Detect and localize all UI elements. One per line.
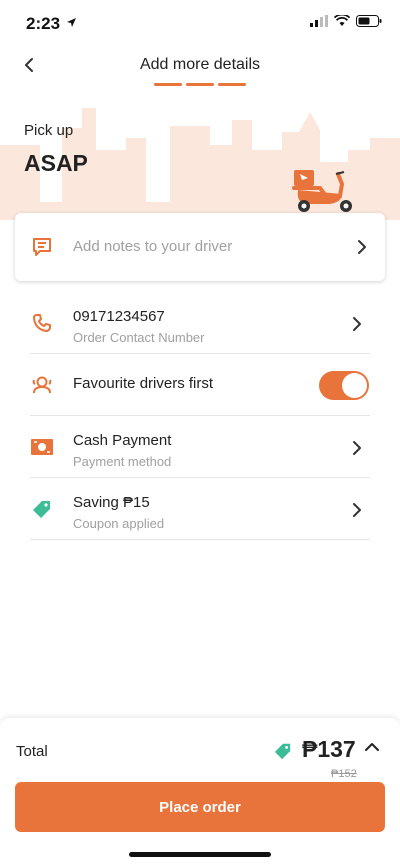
- phone-icon: [30, 312, 54, 334]
- wifi-icon: [334, 15, 350, 26]
- order-options-list: 09171234567 Order Contact Number Favouri…: [0, 292, 400, 540]
- divider: [30, 539, 370, 540]
- chevron-right-icon: [353, 441, 361, 455]
- status-bar: 2:23: [0, 0, 400, 46]
- chevron-right-icon: [358, 240, 366, 254]
- status-icons: [310, 15, 382, 27]
- tag-icon: [274, 743, 291, 760]
- total-label: Total: [16, 743, 48, 760]
- place-order-button[interactable]: Place order: [15, 782, 385, 832]
- payment-method: Cash Payment: [73, 432, 172, 449]
- coupon-saving: Saving ₱15: [73, 494, 150, 511]
- chevron-up-icon[interactable]: [364, 742, 380, 752]
- chevron-right-icon: [353, 503, 361, 517]
- home-indicator: [129, 852, 271, 857]
- page-title: Add more details: [139, 56, 261, 73]
- battery-icon: [356, 15, 382, 27]
- favourite-drivers-row: Favourite drivers first: [0, 354, 400, 416]
- header: Add more details: [0, 46, 400, 90]
- payment-method-label: Payment method: [73, 454, 172, 469]
- driver-notes-placeholder: Add notes to your driver: [73, 238, 233, 255]
- contact-number: 09171234567: [73, 308, 165, 325]
- pickup-hero: Pick up ASAP: [0, 90, 400, 220]
- pickup-time: ASAP: [24, 150, 88, 176]
- favourite-drivers-toggle[interactable]: [319, 371, 369, 400]
- tag-icon: [30, 498, 54, 520]
- cash-icon: [30, 436, 54, 458]
- contact-number-row[interactable]: 09171234567 Order Contact Number: [0, 292, 400, 354]
- order-footer: Total ₱137 ₱152 Place order: [0, 718, 400, 865]
- driver-notes-field[interactable]: Add notes to your driver: [15, 213, 385, 281]
- signal-icon: [310, 15, 328, 27]
- pickup-label: Pick up: [24, 122, 74, 139]
- step-progress: [154, 83, 246, 86]
- total-price: ₱137: [302, 736, 356, 762]
- favourite-drivers-label: Favourite drivers first: [73, 375, 214, 392]
- contact-number-label: Order Contact Number: [73, 330, 205, 345]
- chevron-right-icon: [353, 317, 361, 331]
- coupon-status: Coupon applied: [73, 516, 165, 531]
- message-icon: [33, 238, 51, 256]
- original-price: ₱152: [331, 768, 357, 780]
- location-arrow-icon: [67, 18, 76, 27]
- drivers-icon: [30, 374, 54, 396]
- status-time: 2:23: [26, 14, 61, 33]
- scooter-icon: [292, 170, 352, 212]
- payment-method-row[interactable]: Cash Payment Payment method: [0, 416, 400, 478]
- coupon-row[interactable]: Saving ₱15 Coupon applied: [0, 478, 400, 540]
